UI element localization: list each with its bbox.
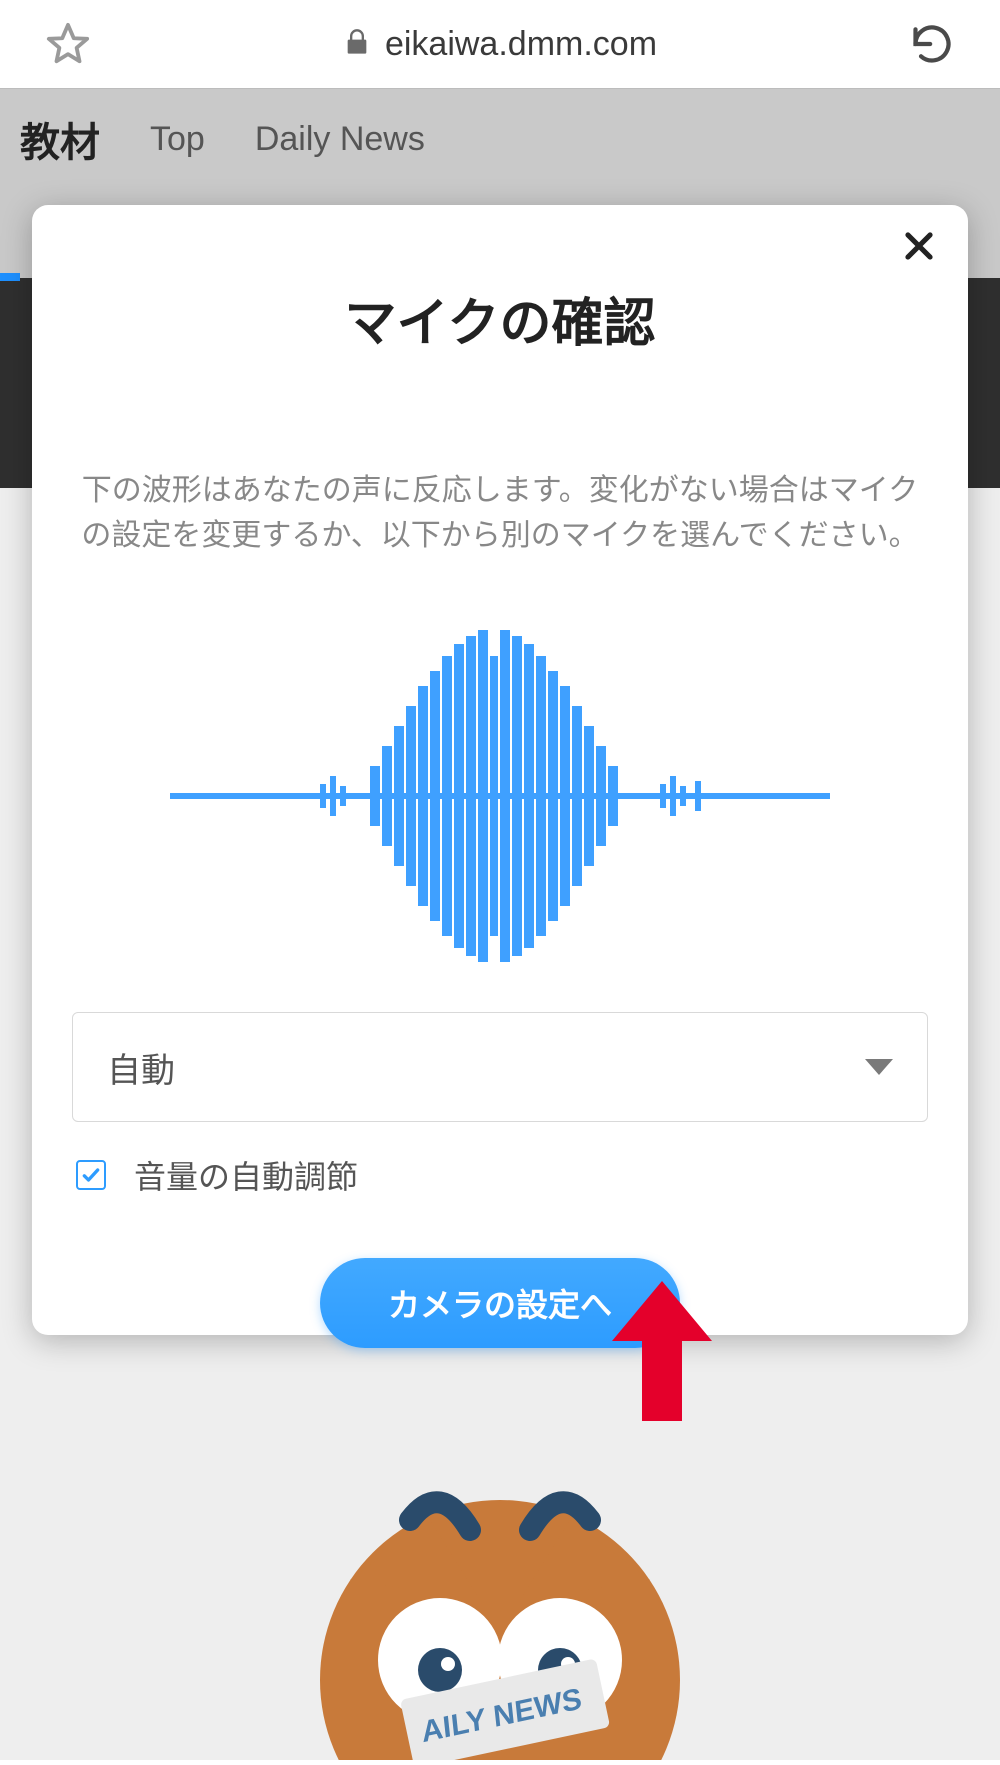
browser-bar: eikaiwa.dmm.com <box>0 0 1000 88</box>
nav-link-top[interactable]: Top <box>150 120 205 159</box>
nav-link-daily-news[interactable]: Daily News <box>255 120 425 159</box>
nav-title: 教材 <box>20 110 100 168</box>
favorite-star-icon[interactable] <box>40 21 96 67</box>
auto-volume-row: 音量の自動調節 <box>72 1152 928 1198</box>
url-text: eikaiwa.dmm.com <box>385 25 657 64</box>
waveform <box>170 616 830 976</box>
lock-icon <box>343 26 371 63</box>
modal-title: マイクの確認 <box>72 281 928 356</box>
nav-strip: 教材 Top Daily News <box>0 88 1000 190</box>
mic-select[interactable]: 自動 <box>72 1012 928 1122</box>
modal-description: 下の波形はあなたの声に反応します。変化がない場合はマイクの設定を変更するか、以下… <box>72 468 928 558</box>
close-icon[interactable] <box>900 227 938 270</box>
auto-volume-label: 音量の自動調節 <box>134 1152 358 1198</box>
url-area[interactable]: eikaiwa.dmm.com <box>96 25 904 64</box>
reload-icon[interactable] <box>904 22 960 66</box>
progress-indicator <box>0 273 20 281</box>
mic-select-value: 自動 <box>107 1043 175 1092</box>
auto-volume-checkbox[interactable] <box>76 1160 106 1190</box>
owl-mascot: AILY NEWS <box>280 1460 720 1760</box>
mic-check-modal: マイクの確認 下の波形はあなたの声に反応します。変化がない場合はマイクの設定を変… <box>32 205 968 1335</box>
go-to-camera-settings-button[interactable]: カメラの設定へ <box>320 1258 680 1348</box>
chevron-down-icon <box>865 1059 893 1075</box>
